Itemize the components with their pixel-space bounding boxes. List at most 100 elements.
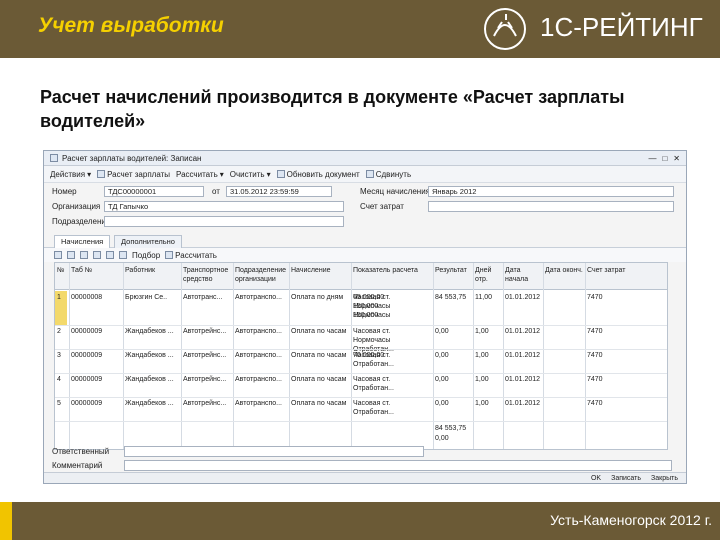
ok-button[interactable]: OK (591, 475, 601, 482)
start-date-cell[interactable]: 01.01.2012 (503, 399, 543, 408)
tab-number-cell[interactable]: 00000008 (69, 293, 123, 302)
indicator-cell[interactable]: Отработан... (351, 384, 433, 393)
days-cell[interactable]: 1,00 (473, 375, 503, 384)
column-header[interactable]: Подразделение организации (233, 266, 289, 284)
result-cell[interactable]: 84 553,75 (433, 293, 473, 302)
period-field[interactable]: Январь 2012 (428, 186, 674, 197)
dept-field[interactable] (104, 216, 344, 227)
pick-button[interactable]: Подбор (132, 251, 160, 260)
recalc-button[interactable]: Рассчитать ▾ (176, 170, 224, 179)
tab-number-cell[interactable]: 00000009 (69, 327, 123, 336)
column-header[interactable]: Дней отр. (473, 266, 503, 284)
start-date-cell[interactable]: 01.01.2012 (503, 293, 543, 302)
column-header[interactable]: № (55, 266, 69, 275)
row-number[interactable]: 2 (55, 327, 69, 336)
account-cell[interactable]: 7470 (585, 399, 667, 408)
worker-cell[interactable]: Жандабеков ... (123, 327, 181, 336)
account-field[interactable] (428, 201, 674, 212)
start-date-cell[interactable]: 01.01.2012 (503, 375, 543, 384)
date-field[interactable]: 31.05.2012 23:59:59 (226, 186, 332, 197)
indicator-cell[interactable]: Часовая ст. (351, 375, 433, 384)
transport-cell[interactable]: Автотрейнс... (181, 375, 233, 384)
department-cell[interactable]: Автотранспо... (233, 375, 289, 384)
indicator-cell[interactable]: Отработан... (351, 408, 433, 417)
maximize-button[interactable]: □ (662, 154, 667, 163)
shift-button[interactable]: Сдвинуть (365, 170, 411, 179)
add-row-icon[interactable] (54, 251, 62, 259)
days-cell[interactable]: 1,00 (473, 327, 503, 336)
accrual-cell[interactable]: Оплата по часам (289, 375, 351, 384)
start-date-cell[interactable]: 01.01.2012 (503, 327, 543, 336)
tab-additional[interactable]: Дополнительно (114, 235, 182, 248)
move-up-icon[interactable] (106, 251, 114, 259)
close-button[interactable]: ✕ (673, 154, 680, 163)
worker-cell[interactable]: Брюзгин Се.. (123, 293, 181, 302)
column-header[interactable]: Дата оконч. (543, 266, 585, 275)
indicator-cell[interactable]: Нормочасы (351, 336, 433, 345)
column-header[interactable]: Счет затрат (585, 266, 667, 275)
column-header[interactable]: Дата начала (503, 266, 543, 284)
tab-number-cell[interactable]: 00000009 (69, 351, 123, 360)
indicator-cell[interactable]: Отработан... (351, 360, 433, 369)
start-date-cell[interactable]: 01.01.2012 (503, 351, 543, 360)
column-header[interactable]: Результат (433, 266, 473, 275)
account-cell[interactable]: 7470 (585, 375, 667, 384)
result-cell[interactable]: 0,00 (433, 375, 473, 384)
org-field[interactable]: ТД Гапычко (104, 201, 344, 212)
transport-cell[interactable]: Автотрейнс... (181, 399, 233, 408)
accrual-cell[interactable]: Оплата по дням (289, 293, 351, 302)
row-number[interactable]: 5 (55, 399, 69, 408)
department-cell[interactable]: Автотранспо... (233, 399, 289, 408)
move-down-icon[interactable] (119, 251, 127, 259)
refresh-button[interactable]: Обновить документ (276, 170, 360, 179)
account-cell[interactable]: 7470 (585, 293, 667, 302)
department-cell[interactable]: Автотранспо... (233, 293, 289, 302)
accrual-cell[interactable]: Оплата по часам (289, 351, 351, 360)
edit-row-icon[interactable] (80, 251, 88, 259)
tab-number-cell[interactable]: 00000009 (69, 375, 123, 384)
comment-field[interactable] (124, 460, 672, 471)
delete-row-icon[interactable] (93, 251, 101, 259)
row-number[interactable]: 1 (55, 293, 69, 302)
department-cell[interactable]: Автотранспо... (233, 327, 289, 336)
transport-cell[interactable]: Автотранс... (181, 293, 233, 302)
column-header[interactable]: Транспортное средство (181, 266, 233, 284)
days-cell[interactable]: 11,00 (473, 293, 503, 302)
column-header[interactable]: Таб № (69, 266, 123, 275)
indicator-cell[interactable]: Часовая ст. (351, 399, 433, 408)
number-field[interactable]: ТДС00000001 (104, 186, 204, 197)
column-header[interactable]: Работник (123, 266, 181, 275)
days-cell[interactable]: 1,00 (473, 399, 503, 408)
result-cell[interactable]: 0,00 (433, 399, 473, 408)
indicator-value-cell[interactable]: 70 000,00 (351, 351, 433, 360)
actions-menu[interactable]: Действия ▾ (50, 170, 91, 179)
days-cell[interactable]: 1,00 (473, 351, 503, 360)
department-cell[interactable]: Автотранспо... (233, 351, 289, 360)
worker-cell[interactable]: Жандабеков ... (123, 399, 181, 408)
accrual-cell[interactable]: Оплата по часам (289, 327, 351, 336)
indicator-value-cell[interactable]: 65 000,00 (351, 293, 433, 302)
row-number[interactable]: 4 (55, 375, 69, 384)
transport-cell[interactable]: Автотрейнс... (181, 351, 233, 360)
tab-accruals[interactable]: Начисления (54, 235, 111, 248)
accrual-cell[interactable]: Оплата по часам (289, 399, 351, 408)
responsible-field[interactable] (124, 446, 424, 457)
column-header[interactable]: Показатель расчета (351, 266, 433, 275)
indicator-value-cell[interactable]: 150,000 (351, 302, 433, 311)
account-cell[interactable]: 7470 (585, 327, 667, 336)
account-cell[interactable]: 7470 (585, 351, 667, 360)
result-cell[interactable]: 0,00 (433, 351, 473, 360)
indicator-cell[interactable]: Часовая ст. (351, 327, 433, 336)
worker-cell[interactable]: Жандабеков ... (123, 351, 181, 360)
row-number[interactable]: 3 (55, 351, 69, 360)
column-header[interactable]: Начисление (289, 266, 351, 275)
indicator-value-cell[interactable]: 150,000 (351, 311, 433, 320)
result-cell[interactable]: 0,00 (433, 327, 473, 336)
worker-cell[interactable]: Жандабеков ... (123, 375, 181, 384)
calculate-button[interactable]: Рассчитать (165, 251, 217, 260)
minimize-button[interactable]: — (648, 154, 656, 163)
clear-button[interactable]: Очистить ▾ (230, 170, 271, 179)
copy-row-icon[interactable] (67, 251, 75, 259)
transport-cell[interactable]: Автотрейнс... (181, 327, 233, 336)
calc-menu[interactable]: Расчет зарплаты (97, 170, 170, 179)
